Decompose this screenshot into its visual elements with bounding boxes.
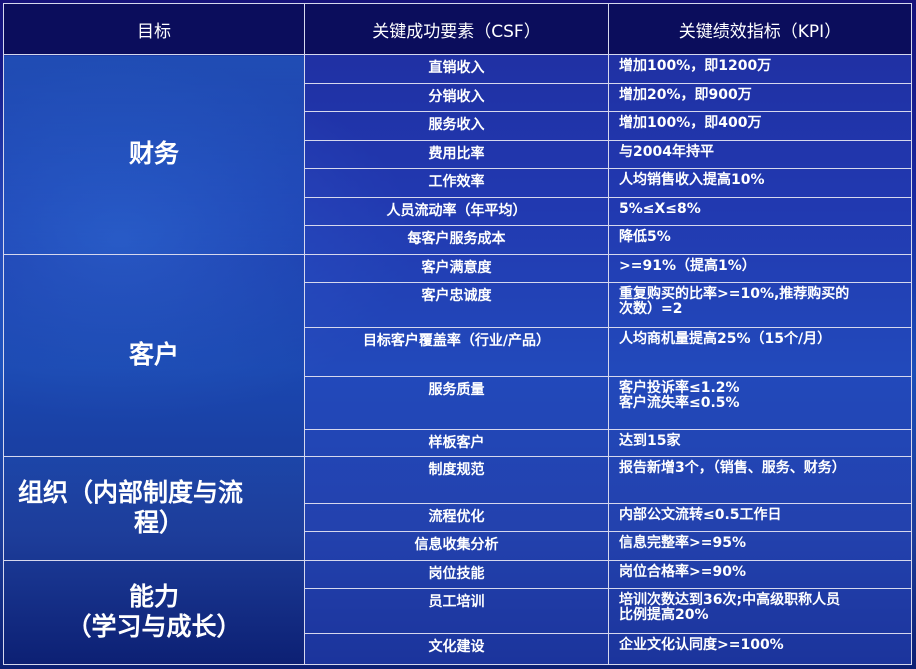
table-row: 组织（内部制度与流 程） 制度规范 报告新增3个，（销售、服务、财务） <box>3 455 912 561</box>
goal-label: 程） <box>134 508 185 538</box>
kpi-cell: 人均销售收入提高10% <box>608 168 912 198</box>
kpi-cell: 增加100%，即400万 <box>608 111 912 141</box>
csf-cell: 客户满意度 <box>304 253 609 284</box>
csf-cell: 岗位技能 <box>304 559 609 590</box>
kpi-line: 企业文化认同度>=100% <box>619 637 784 654</box>
kpi-line: 与2004年持平 <box>619 143 714 160</box>
kpi-cell: 客户投诉率≤1.2% 客户流失率≤0.5% <box>608 376 912 431</box>
kpi-line: 比例提高20% <box>619 607 709 624</box>
kpi-cell: 企业文化认同度>=100% <box>608 633 912 665</box>
goal-capability: 能力 （学习与成长） <box>3 559 305 666</box>
table-row: 能力 （学习与成长） 岗位技能 岗位合格率>=90% <box>3 559 912 666</box>
csf-cell: 服务收入 <box>304 111 609 141</box>
csf-cell: 样板客户 <box>304 429 609 457</box>
csf-cell: 工作效率 <box>304 168 609 198</box>
csf-cell: 信息收集分析 <box>304 531 609 561</box>
kpi-line: 增加20%，即900万 <box>619 86 752 103</box>
csf-cell: 每客户服务成本 <box>304 225 609 255</box>
kpi-line: 内部公文流转≤0.5工作日 <box>619 506 782 523</box>
kpi-cell: 报告新增3个，（销售、服务、财务） <box>608 455 912 504</box>
kpi-cell: 与2004年持平 <box>608 139 912 170</box>
kpi-line: 报告新增3个，（销售、服务、财务） <box>619 459 846 476</box>
header-row: 目标 关键成功要素（CSF） 关键绩效指标（KPI） <box>3 3 912 55</box>
kpi-line: 次数）=2 <box>619 301 683 318</box>
goal-label: （学习与成长） <box>66 612 242 642</box>
kpi-cell: 内部公文流转≤0.5工作日 <box>608 502 912 533</box>
kpi-cell: 达到15家 <box>608 429 912 457</box>
kpi-line: 增加100%，即1200万 <box>619 58 772 74</box>
goal-finance: 财务 <box>3 54 305 255</box>
goal-label: 组织（内部制度与流 <box>18 478 244 508</box>
kpi-cell: 5%≤X≤8% <box>608 196 912 227</box>
goal-organization: 组织（内部制度与流 程） <box>3 455 305 561</box>
kpi-line: 信息完整率>=95% <box>619 535 746 552</box>
table-row: 财务 直销收入 增加100%，即1200万 <box>3 54 912 255</box>
kpi-line: 5%≤X≤8% <box>619 200 701 217</box>
kpi-cell: 重复购买的比率>=10%,推荐购买的 次数）=2 <box>608 282 912 329</box>
kpi-line: 达到15家 <box>619 433 681 450</box>
kpi-line: 增加100%，即400万 <box>619 115 762 132</box>
csf-cell: 费用比率 <box>304 139 609 170</box>
kpi-table: 目标 关键成功要素（CSF） 关键绩效指标（KPI） 财务 直销收入 增加100… <box>3 3 912 666</box>
kpi-line: 客户投诉率≤1.2% <box>619 380 740 397</box>
goal-customer: 客户 <box>3 253 305 457</box>
kpi-cell: 增加100%，即1200万 <box>608 54 912 84</box>
kpi-cell: 信息完整率>=95% <box>608 531 912 561</box>
csf-cell: 人员流动率（年平均） <box>304 196 609 227</box>
kpi-cell: 岗位合格率>=90% <box>608 559 912 590</box>
header-kpi: 关键绩效指标（KPI） <box>608 3 912 55</box>
csf-cell: 客户忠诚度 <box>304 282 609 329</box>
table-row: 客户 客户满意度 >=91%（提高1%） <box>3 253 912 457</box>
kpi-line: 人均商机量提高25%（15个/月） <box>619 331 832 348</box>
kpi-line: 降低5% <box>619 229 671 246</box>
csf-cell: 文化建设 <box>304 633 609 665</box>
csf-cell: 服务质量 <box>304 376 609 431</box>
csf-cell: 目标客户覆盖率（行业/产品） <box>304 327 609 378</box>
goal-label: 能力 <box>128 582 179 612</box>
csf-cell: 直销收入 <box>304 54 609 84</box>
kpi-cell: 人均商机量提高25%（15个/月） <box>608 327 912 378</box>
csf-cell: 流程优化 <box>304 502 609 533</box>
csf-cell: 制度规范 <box>304 455 609 504</box>
kpi-line: 客户流失率≤0.5% <box>619 395 740 412</box>
csf-cell: 员工培训 <box>304 588 609 635</box>
kpi-cell: 培训次数达到36次;中高级职称人员 比例提高20% <box>608 588 912 635</box>
kpi-line: >=91%（提高1%） <box>619 257 756 274</box>
goal-label: 客户 <box>128 340 179 370</box>
goal-label: 财务 <box>128 139 179 169</box>
csf-cell: 分销收入 <box>304 82 609 113</box>
header-csf: 关键成功要素（CSF） <box>304 3 609 55</box>
kpi-line: 岗位合格率>=90% <box>619 563 746 580</box>
kpi-cell: 增加20%，即900万 <box>608 82 912 113</box>
kpi-cell: 降低5% <box>608 225 912 255</box>
kpi-line: 人均销售收入提高10% <box>619 172 765 189</box>
slide: 目标 关键成功要素（CSF） 关键绩效指标（KPI） 财务 直销收入 增加100… <box>0 0 916 669</box>
kpi-cell: >=91%（提高1%） <box>608 253 912 284</box>
header-goal: 目标 <box>3 3 305 55</box>
